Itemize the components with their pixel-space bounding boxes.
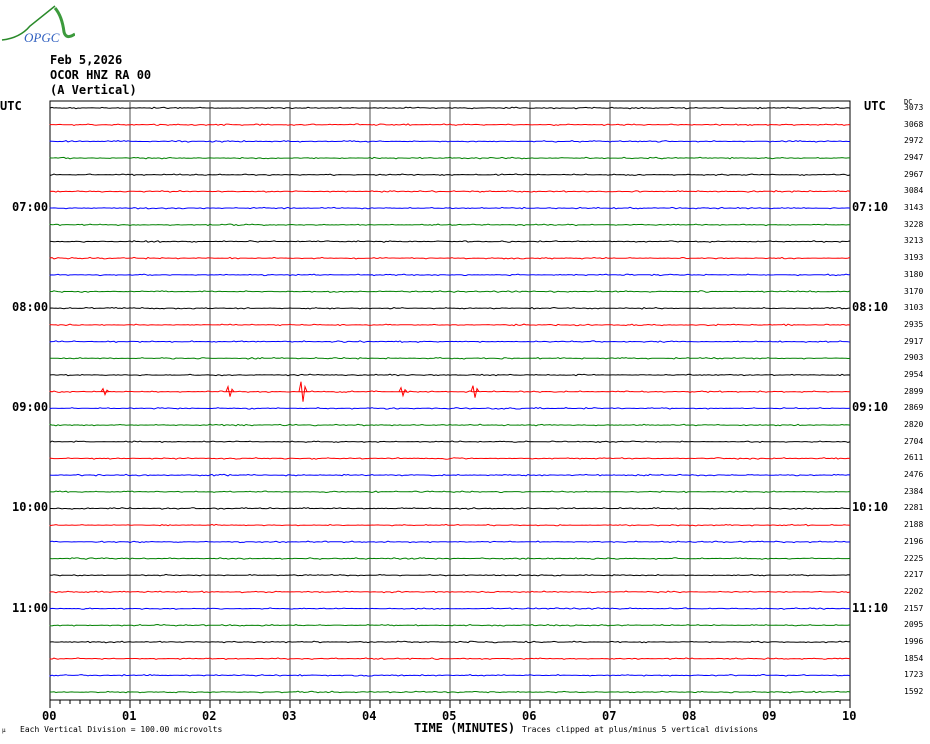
time-label-left: 08:00 [12, 300, 49, 315]
time-label-right: 10:10 [852, 500, 889, 515]
mu-symbol: μ [2, 727, 6, 734]
dc-value: 2704 [904, 436, 924, 446]
time-label-right: 07:10 [852, 200, 889, 215]
dc-value: 1723 [904, 670, 924, 680]
dc-value: 2947 [904, 153, 924, 163]
dc-value: 2972 [904, 136, 924, 146]
time-label-left: 10:00 [12, 500, 49, 515]
scale-text: Each Vertical Division = 100.00 microvol… [20, 725, 223, 734]
dc-value: 3170 [904, 286, 924, 296]
dc-value: 3068 [904, 119, 924, 129]
dc-value: 2935 [904, 319, 924, 329]
time-label-left: 07:00 [12, 200, 49, 215]
dc-value: 3228 [904, 219, 924, 229]
time-label-right: 09:10 [852, 400, 889, 415]
dc-value: 2954 [904, 369, 924, 379]
dc-value: 3103 [904, 303, 924, 313]
x-tick-label: 09 [762, 709, 777, 723]
dc-value: 2157 [904, 603, 924, 613]
time-label-left: 11:00 [12, 600, 49, 615]
dc-value: 2095 [904, 620, 924, 630]
dc-value: 2196 [904, 536, 924, 546]
dc-value: 3180 [904, 269, 924, 279]
axis-title: TIME (MINUTES) [414, 721, 516, 735]
dc-value: 2967 [904, 169, 924, 179]
time-label-left: 09:00 [12, 400, 49, 415]
dc-value: 2917 [904, 336, 924, 346]
x-tick-label: 10 [842, 709, 857, 723]
dc-value: 2869 [904, 403, 924, 413]
dc-value: 2476 [904, 470, 924, 480]
x-tick-label: 00 [42, 709, 57, 723]
dc-value: 3213 [904, 236, 924, 246]
dc-value: 3073 [904, 103, 924, 112]
dc-value: 2899 [904, 386, 924, 396]
dc-value: 2903 [904, 353, 924, 363]
dc-value: 1592 [904, 687, 924, 696]
x-tick-label: 02 [202, 709, 217, 723]
dc-value: 3143 [904, 203, 924, 213]
dc-value: 2217 [904, 570, 924, 580]
time-label-right: 11:10 [852, 600, 889, 615]
x-tick-label: 04 [362, 709, 377, 723]
clip-text: Traces clipped at plus/minus 5 vertical … [522, 725, 759, 734]
dc-value: 3193 [904, 253, 924, 263]
x-tick-label: 07 [602, 709, 617, 723]
dc-value: 1854 [904, 653, 924, 663]
dc-value: 2820 [904, 420, 924, 430]
dc-value: 2188 [904, 520, 924, 530]
dc-value: 2611 [904, 453, 924, 463]
time-label-right: 08:10 [852, 300, 889, 315]
x-tick-label: 01 [122, 709, 137, 723]
dc-value: 1996 [904, 636, 924, 646]
x-tick-label: 06 [522, 709, 537, 723]
dc-value: 3084 [904, 186, 924, 196]
dc-value: 2281 [904, 503, 924, 513]
dc-value: 2384 [904, 486, 924, 496]
helicorder-plot [49, 100, 851, 708]
dc-value: 2202 [904, 586, 924, 596]
x-tick-label: 03 [282, 709, 297, 723]
x-tick-label: 08 [682, 709, 697, 723]
dc-value: 2225 [904, 553, 924, 563]
